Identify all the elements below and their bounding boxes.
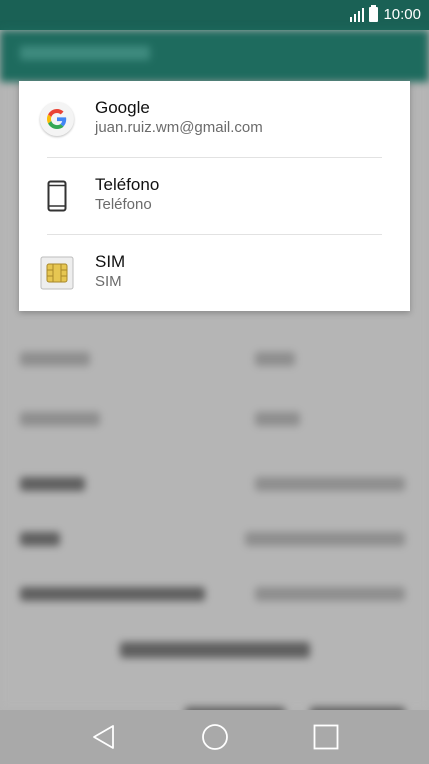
account-subtitle: SIM [95, 273, 122, 290]
account-row-phone[interactable]: Teléfono Teléfono [19, 158, 410, 235]
home-icon[interactable] [190, 712, 240, 762]
phone-icon [39, 178, 75, 214]
account-title: Google [95, 98, 150, 117]
signal-icon [350, 7, 365, 22]
google-icon [39, 101, 75, 137]
account-row-sim[interactable]: SIM SIM [19, 235, 410, 312]
account-picker-dialog: Google juan.ruiz.wm@gmail.com Teléfono T… [19, 81, 410, 311]
navigation-bar [0, 710, 429, 764]
status-bar: 10:00 [0, 0, 429, 30]
sim-card-icon [39, 255, 75, 291]
account-subtitle: Teléfono [95, 196, 152, 213]
background-title [20, 46, 150, 60]
account-title: SIM [95, 252, 126, 271]
account-texts: Google juan.ruiz.wm@gmail.com [95, 98, 263, 138]
account-title: Teléfono [95, 175, 160, 194]
status-indicators: 10:00 [350, 5, 421, 23]
account-row-google[interactable]: Google juan.ruiz.wm@gmail.com [19, 81, 410, 158]
status-time: 10:00 [383, 6, 421, 23]
account-subtitle: juan.ruiz.wm@gmail.com [95, 119, 263, 136]
account-texts: Teléfono Teléfono [95, 175, 159, 215]
back-icon[interactable] [79, 712, 129, 762]
account-texts: SIM SIM [95, 252, 125, 292]
recents-icon[interactable] [301, 712, 351, 762]
battery-icon [369, 5, 379, 22]
